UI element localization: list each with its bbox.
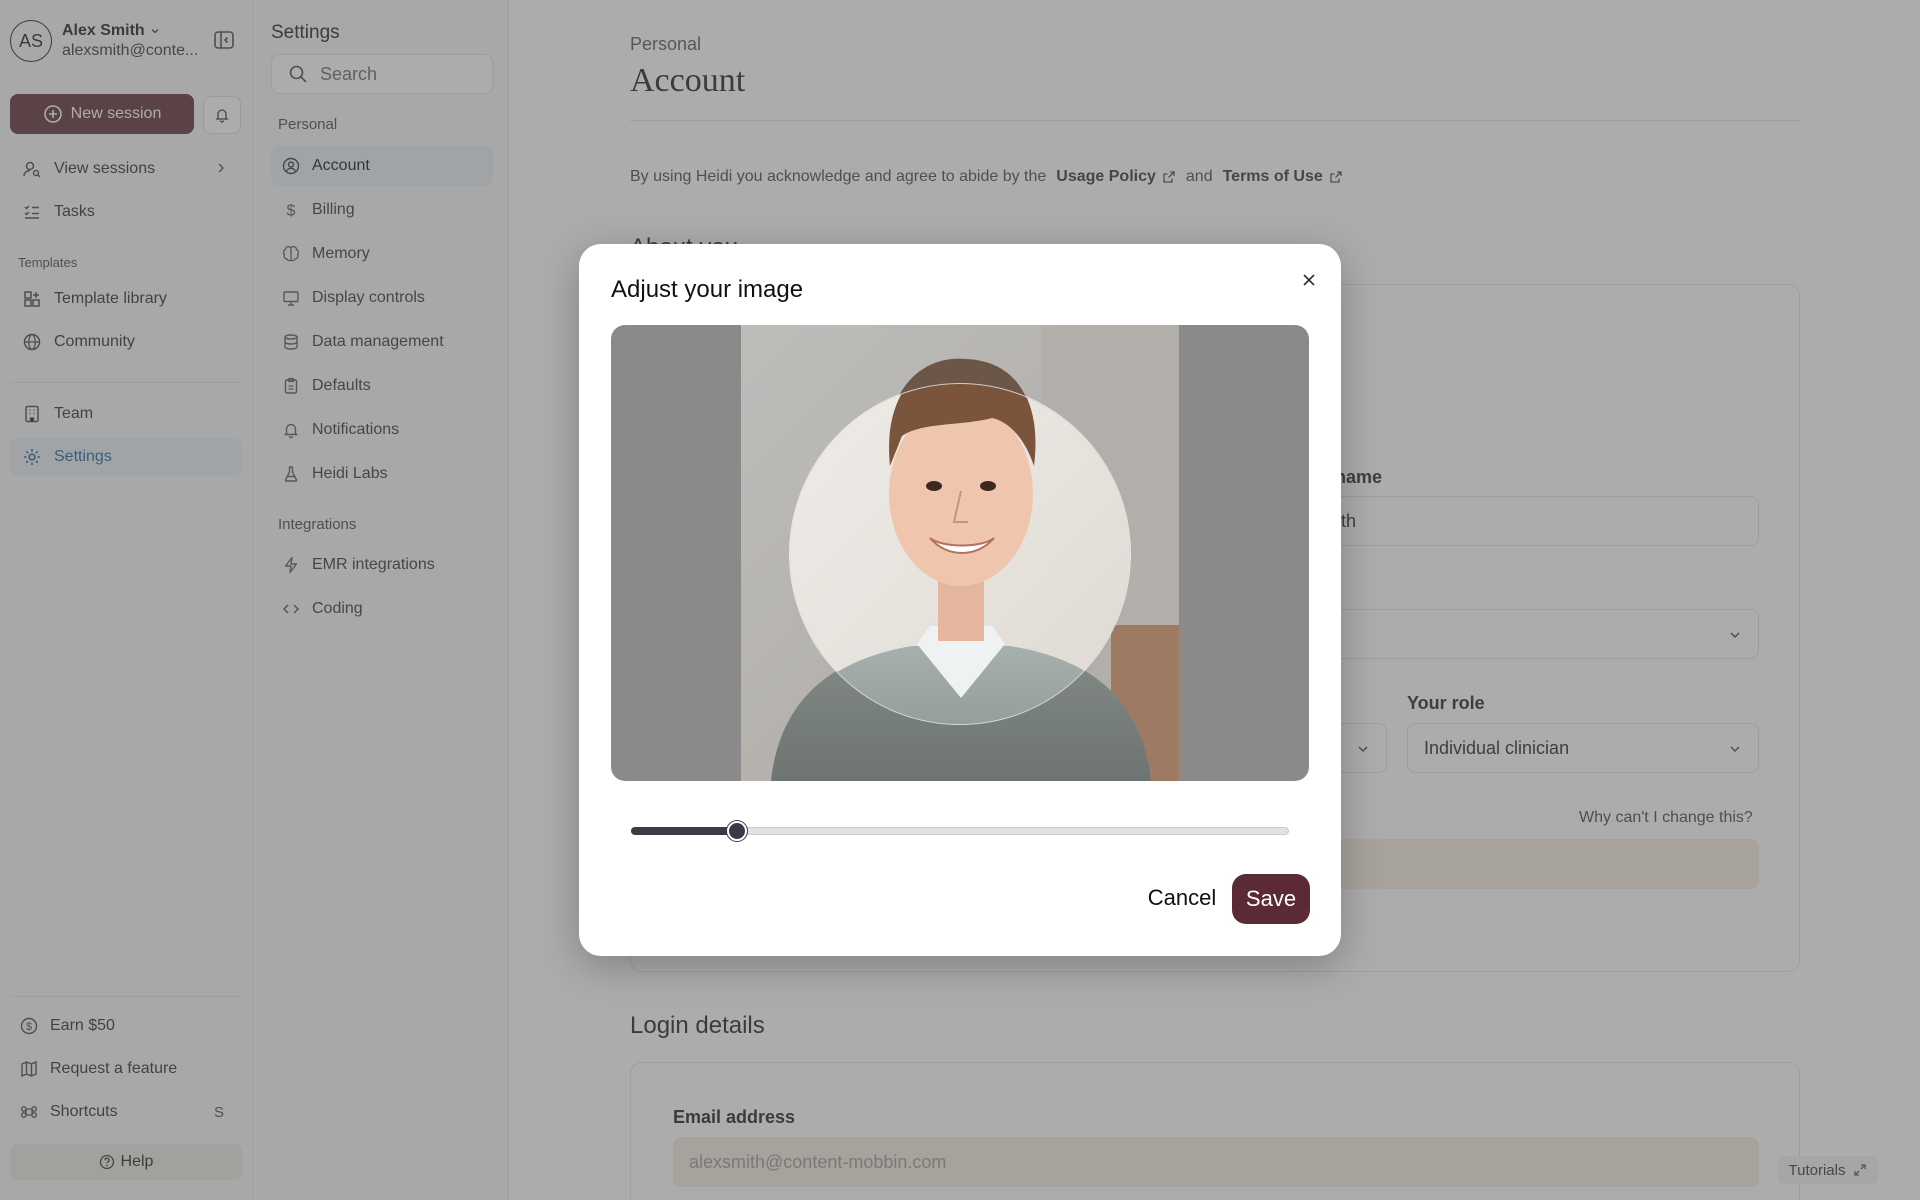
- zoom-slider-fill: [631, 827, 737, 835]
- save-button[interactable]: Save: [1232, 874, 1310, 924]
- close-icon: [1303, 274, 1315, 286]
- image-crop-area[interactable]: [611, 325, 1309, 781]
- profile-photo-cropped: [790, 384, 1130, 724]
- zoom-slider[interactable]: [631, 815, 1289, 845]
- zoom-slider-thumb[interactable]: [726, 821, 747, 841]
- cancel-button[interactable]: Cancel: [1127, 873, 1237, 923]
- dialog-title: Adjust your image: [611, 276, 804, 303]
- close-button[interactable]: [1297, 268, 1321, 292]
- crop-circle[interactable]: [789, 383, 1131, 725]
- adjust-image-dialog: Adjust your image Cancel Save: [579, 244, 1341, 956]
